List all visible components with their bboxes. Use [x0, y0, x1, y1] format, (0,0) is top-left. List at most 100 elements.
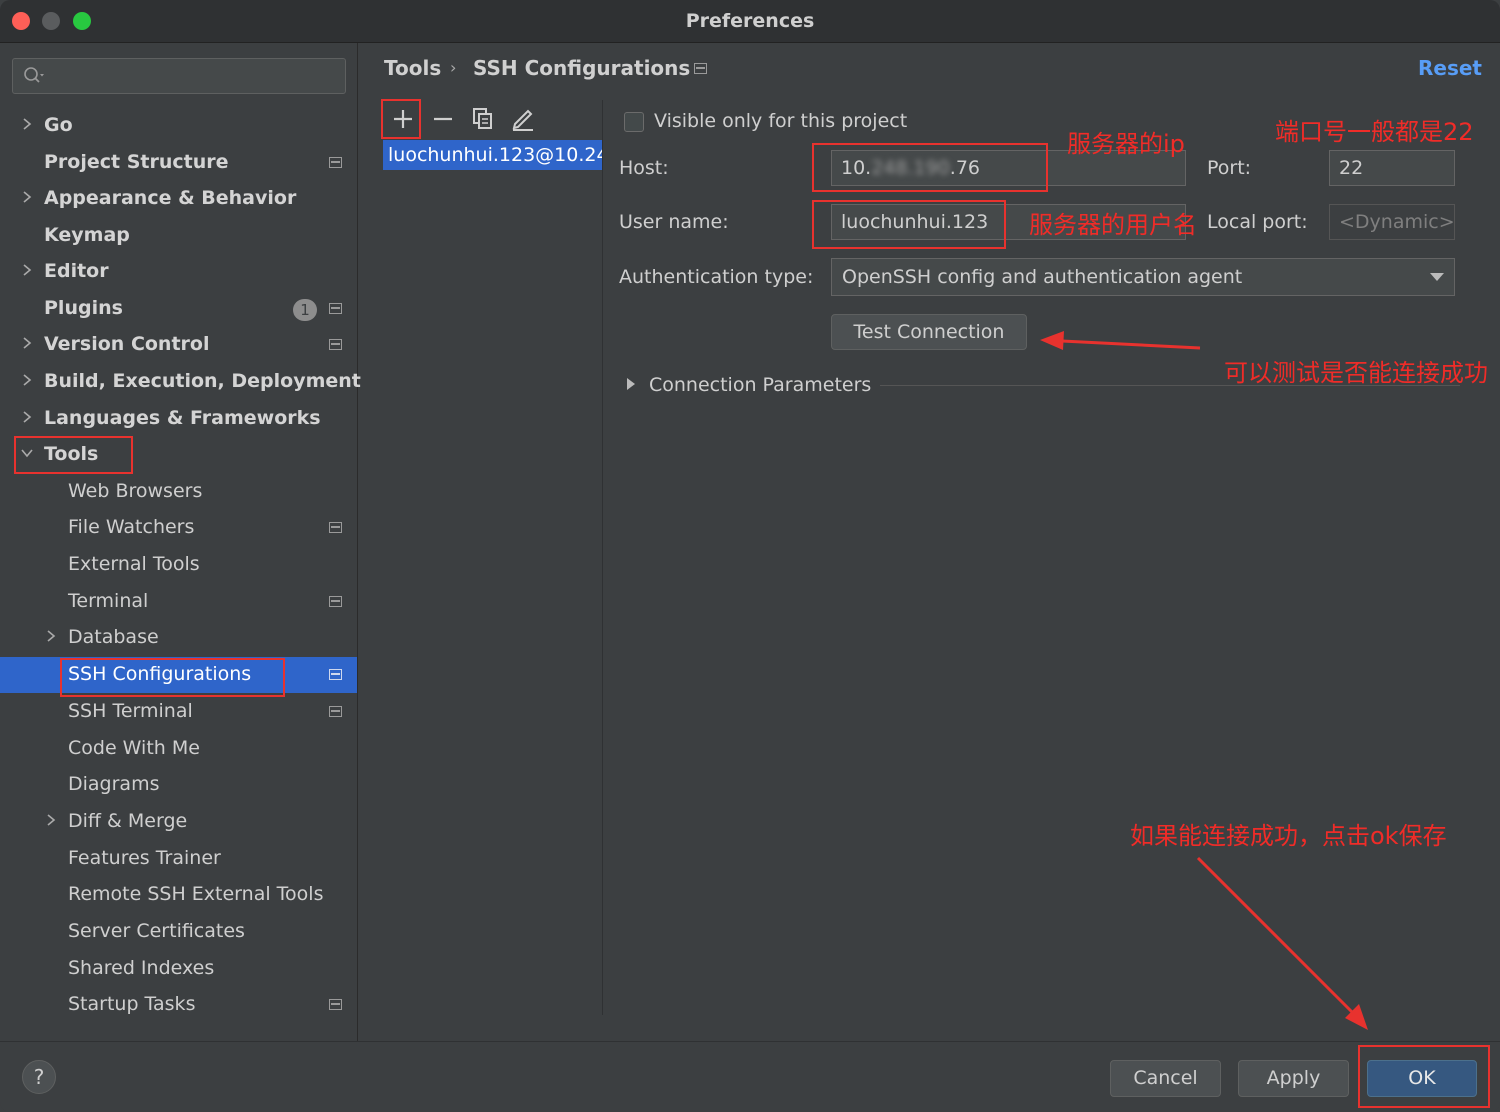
sidebar-item-external-tools[interactable]: External Tools: [0, 547, 357, 583]
sidebar-item-label: Project Structure: [44, 151, 229, 173]
sidebar-item-remote-ssh-external-tools[interactable]: Remote SSH External Tools: [0, 877, 357, 913]
host-masked-segment: 248.190: [871, 157, 950, 179]
sidebar-item-startup-tasks[interactable]: Startup Tasks: [0, 987, 357, 1023]
sidebar-item-database[interactable]: Database: [0, 620, 357, 656]
sidebar-item-label: Code With Me: [68, 737, 200, 759]
copy-icon[interactable]: [465, 100, 501, 136]
sidebar-item-code-with-me[interactable]: Code With Me: [0, 731, 357, 767]
sidebar-item-version-control[interactable]: Version Control: [0, 327, 357, 363]
sidebar-item-label: Diff & Merge: [68, 810, 188, 832]
username-label: User name:: [619, 211, 729, 233]
sidebar-item-build-execution-deployment[interactable]: Build, Execution, Deployment: [0, 364, 361, 400]
auth-type-label: Authentication type:: [619, 266, 814, 288]
reset-link[interactable]: Reset: [1418, 56, 1482, 80]
annotation-port-note: 端口号一般都是22: [1275, 118, 1474, 146]
sidebar-item-label: Diagrams: [68, 773, 160, 795]
sidebar-item-editor[interactable]: Editor: [0, 254, 357, 290]
sidebar-item-label: External Tools: [68, 553, 200, 575]
remove-icon[interactable]: [425, 100, 461, 136]
sidebar-item-tools[interactable]: Tools: [0, 437, 357, 473]
ssh-config-list-item[interactable]: luochunhui.123@10.24: [383, 140, 602, 170]
sidebar-item-web-browsers[interactable]: Web Browsers: [0, 474, 357, 510]
annotation-server-ip: 服务器的ip: [1067, 130, 1185, 158]
chevron-right-icon: [23, 191, 32, 203]
project-settings-icon: [329, 157, 342, 168]
apply-button[interactable]: Apply: [1238, 1060, 1349, 1097]
sidebar-item-label: Shared Indexes: [68, 957, 215, 979]
expand-triangle-icon[interactable]: [624, 377, 638, 391]
sidebar-item-label: Features Trainer: [68, 847, 221, 869]
project-settings-icon: [329, 669, 342, 680]
cancel-button[interactable]: Cancel: [1110, 1060, 1221, 1097]
sidebar-item-label: Languages & Frameworks: [44, 407, 321, 429]
sidebar-item-features-trainer[interactable]: Features Trainer: [0, 841, 357, 877]
ssh-config-list-panel: luochunhui.123@10.24: [380, 100, 603, 1015]
sidebar-item-keymap[interactable]: Keymap: [0, 218, 357, 254]
sidebar-item-server-certificates[interactable]: Server Certificates: [0, 914, 357, 950]
breadcrumb-separator-icon: ›: [450, 58, 457, 77]
sidebar-item-diagrams[interactable]: Diagrams: [0, 767, 357, 803]
chevron-right-icon: [47, 630, 56, 642]
sidebar-item-label: Web Browsers: [68, 480, 203, 502]
annotation-test-note: 可以测试是否能连接成功: [1224, 359, 1488, 387]
dropdown-arrow-icon: [1430, 273, 1444, 281]
search-icon: [24, 67, 44, 83]
page-title: SSH Configurations: [473, 56, 691, 80]
auth-type-value: OpenSSH config and authentication agent: [842, 266, 1243, 288]
annotation-server-user: 服务器的用户名: [1029, 211, 1197, 239]
sidebar-item-label: Database: [68, 626, 159, 648]
auth-type-select[interactable]: OpenSSH config and authentication agent: [831, 258, 1455, 296]
port-label: Port:: [1207, 157, 1252, 179]
edit-icon[interactable]: [505, 100, 541, 136]
sidebar-item-languages-frameworks[interactable]: Languages & Frameworks: [0, 401, 357, 437]
host-suffix: .76: [949, 157, 981, 179]
sidebar-item-terminal[interactable]: Terminal: [0, 584, 357, 620]
sidebar-item-ssh-terminal[interactable]: SSH Terminal: [0, 694, 357, 730]
sidebar-item-project-structure[interactable]: Project Structure: [0, 145, 357, 181]
sidebar-item-plugins[interactable]: Plugins 1: [0, 291, 357, 327]
project-settings-icon: [329, 706, 342, 717]
visible-only-label: Visible only for this project: [654, 110, 908, 132]
sidebar-item-label: Startup Tasks: [68, 993, 196, 1015]
arrow-to-test-connection-icon: [1040, 331, 1201, 350]
help-button[interactable]: ?: [22, 1060, 56, 1094]
sidebar-item-shared-indexes[interactable]: Shared Indexes: [0, 951, 357, 987]
chevron-right-icon: [23, 118, 32, 130]
chevron-right-icon: [23, 264, 32, 276]
ok-button[interactable]: OK: [1367, 1060, 1477, 1097]
plugins-update-badge: 1: [293, 299, 317, 321]
sidebar-item-label: Plugins: [44, 297, 123, 319]
project-settings-icon: [329, 999, 342, 1010]
chevron-right-icon: [23, 411, 32, 423]
sidebar-item-go[interactable]: Go: [0, 108, 357, 144]
local-port-label: Local port:: [1207, 211, 1308, 233]
sidebar-item-label: Editor: [44, 260, 109, 282]
annotation-ok-note: 如果能连接成功，点击ok保存: [1130, 822, 1447, 850]
add-icon[interactable]: [385, 100, 421, 136]
local-port-input[interactable]: <Dynamic>: [1329, 204, 1455, 240]
connection-parameters-toggle[interactable]: Connection Parameters: [649, 374, 871, 396]
settings-sidebar: Go Project Structure Appearance & Behavi…: [0, 43, 361, 1041]
sidebar-item-label: SSH Terminal: [68, 700, 193, 722]
sidebar-item-label: Go: [44, 114, 73, 136]
visible-only-checkbox[interactable]: [624, 112, 644, 132]
sidebar-item-label: Version Control: [44, 333, 210, 355]
window-title: Preferences: [685, 10, 815, 32]
project-settings-icon: [329, 522, 342, 533]
chevron-right-icon: [23, 337, 32, 349]
sidebar-item-diff-merge[interactable]: Diff & Merge: [0, 804, 357, 840]
sidebar-item-appearance-behavior[interactable]: Appearance & Behavior: [0, 181, 357, 217]
sidebar-item-label: Remote SSH External Tools: [68, 883, 324, 905]
sidebar-item-label: Server Certificates: [68, 920, 245, 942]
settings-search-input[interactable]: [12, 58, 346, 94]
sidebar-item-file-watchers[interactable]: File Watchers: [0, 510, 357, 546]
test-connection-button[interactable]: Test Connection: [831, 314, 1027, 350]
sidebar-item-label: File Watchers: [68, 516, 195, 538]
port-input[interactable]: 22: [1329, 150, 1455, 186]
sidebar-item-ssh-configurations[interactable]: SSH Configurations: [0, 657, 357, 693]
breadcrumb-tools[interactable]: Tools: [384, 56, 441, 80]
project-settings-icon: [329, 339, 342, 350]
host-label: Host:: [619, 157, 669, 179]
sidebar-item-label: Keymap: [44, 224, 130, 246]
title-bar: Preferences: [0, 0, 1500, 43]
